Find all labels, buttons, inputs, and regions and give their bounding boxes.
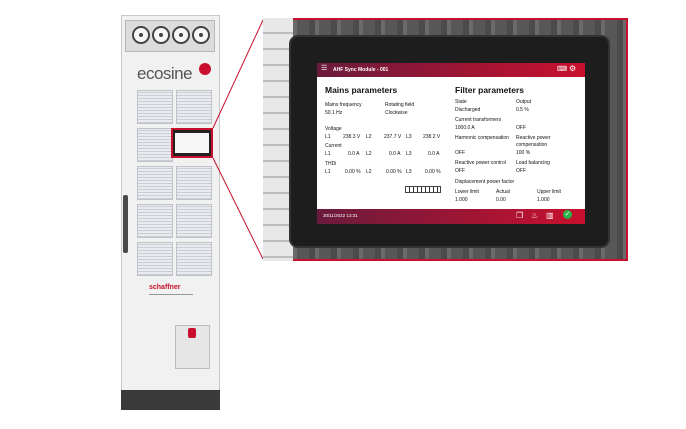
freq-label: Mains frequency <box>325 102 362 108</box>
thdi-value: 0.00 % <box>425 169 441 175</box>
output-value: 0.5 % <box>516 107 529 113</box>
freq-value: 50.1 Hz <box>325 110 343 116</box>
rot-label: Rotating field <box>385 102 415 108</box>
bar-chart-icon[interactable]: ▥ <box>546 211 554 220</box>
ct-value: 1000.0 A <box>455 125 475 131</box>
thdi-value: 0.00 % <box>345 169 361 175</box>
current-line: L3 <box>406 151 412 157</box>
check-icon[interactable]: ✓ <box>563 210 572 219</box>
timestamp: 30/11/2022 13:31 <box>323 213 358 218</box>
hc-value: OFF <box>455 150 465 156</box>
state-label: State <box>455 99 467 105</box>
current-label: Current <box>325 143 342 149</box>
current-line: L1 <box>325 151 331 157</box>
voltage-line: L1 <box>325 134 331 140</box>
lower-value: 1.000 <box>455 197 468 203</box>
actual-value: 0.00 <box>496 197 506 203</box>
gear-icon[interactable]: ⚙ <box>569 65 576 73</box>
callout-line <box>212 19 264 129</box>
current-value: 0.0 A <box>428 151 440 157</box>
mains-heading: Mains parameters <box>325 85 398 95</box>
rpctrl-label: Reactive power control <box>455 160 506 166</box>
upper-value: 1.000 <box>537 197 550 203</box>
lower-label: Lower limit <box>455 189 479 195</box>
ct-state: OFF <box>516 125 526 131</box>
thdi-line: L3 <box>406 169 412 175</box>
actual-label: Actual <box>496 189 510 195</box>
dpf-label: Displacement power factor <box>455 179 515 185</box>
hc-label: Harmonic compensation <box>455 135 509 141</box>
thdi-value: 0.00 % <box>386 169 402 175</box>
module-indicator <box>405 186 441 193</box>
callout-line <box>212 157 264 260</box>
bell-icon[interactable]: ♨ <box>531 211 538 220</box>
lb-label: Load balancing <box>516 160 550 166</box>
rpc-value: 100 % <box>516 150 531 156</box>
current-value: 0.0 A <box>348 151 360 157</box>
voltage-label: Voltage <box>325 126 342 132</box>
ct-label: Current transformers <box>455 117 502 123</box>
lb-value: OFF <box>516 168 526 174</box>
filter-heading: Filter parameters <box>455 85 524 95</box>
rpc-label: Reactive power compensation <box>516 135 551 148</box>
state-value: Discharged <box>455 107 481 113</box>
thdi-line: L1 <box>325 169 331 175</box>
rot-value: Clockwise <box>385 110 408 116</box>
current-line: L2 <box>366 151 372 157</box>
current-value: 0.0 A <box>389 151 401 157</box>
voltage-value: 238.3 V <box>343 134 361 140</box>
app-title: AHF Sync Module - 001 <box>333 67 389 73</box>
voltage-line: L3 <box>406 134 412 140</box>
rpctrl-value: OFF <box>455 168 465 174</box>
voltage-line: L2 <box>366 134 372 140</box>
keyboard-icon[interactable]: ⌨ <box>557 66 567 73</box>
document-icon[interactable]: ❐ <box>516 211 523 220</box>
thdi-line: L2 <box>366 169 372 175</box>
menu-icon[interactable]: ☰ <box>321 65 328 72</box>
output-label: Output <box>516 99 532 105</box>
thdi-label: THDi <box>325 161 337 167</box>
voltage-value: 238.2 V <box>423 134 441 140</box>
upper-label: Upper limit <box>537 189 561 195</box>
voltage-value: 237.7 V <box>384 134 402 140</box>
